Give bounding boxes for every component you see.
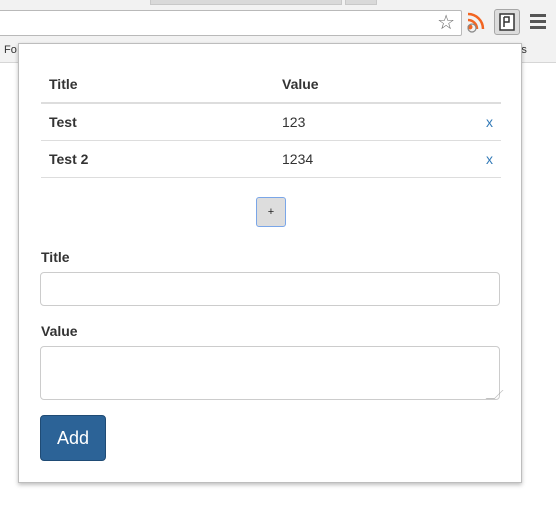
add-row-button[interactable]: + xyxy=(256,197,286,227)
title-input[interactable] xyxy=(40,272,500,306)
row-title: Test xyxy=(41,103,274,141)
browser-tab[interactable] xyxy=(150,0,342,5)
extension-glyph xyxy=(499,13,515,31)
browser-tabstrip xyxy=(0,0,556,8)
row-title: Test 2 xyxy=(41,140,274,178)
row-value: 123 xyxy=(274,103,455,141)
delete-row-link[interactable]: x xyxy=(455,140,501,178)
bookmark-item[interactable]: Fo xyxy=(4,44,17,56)
title-label: Title xyxy=(41,249,70,265)
rss-icon[interactable] xyxy=(464,11,486,33)
column-header-title: Title xyxy=(41,66,274,104)
menu-icon[interactable] xyxy=(530,14,546,36)
value-textarea[interactable] xyxy=(40,346,500,400)
star-icon[interactable]: ☆ xyxy=(437,12,455,34)
value-label: Value xyxy=(41,323,78,339)
new-tab-button[interactable] xyxy=(345,0,377,5)
delete-row-link[interactable]: x xyxy=(455,103,501,141)
extension-popup: Title Value Test 123 x Test 2 1234 x + T… xyxy=(18,43,522,483)
column-header-value: Value xyxy=(274,66,455,104)
table-row: Test 123 x xyxy=(41,103,501,141)
extension-icon[interactable] xyxy=(494,9,520,35)
row-value: 1234 xyxy=(274,140,455,178)
entries-table: Title Value Test 123 x Test 2 1234 x xyxy=(41,66,501,178)
column-header-actions xyxy=(455,66,501,104)
table-header-row: Title Value xyxy=(41,66,501,104)
add-button[interactable]: Add xyxy=(40,415,106,461)
address-bar[interactable]: ☆ xyxy=(0,10,462,36)
table-row: Test 2 1234 x xyxy=(41,140,501,178)
